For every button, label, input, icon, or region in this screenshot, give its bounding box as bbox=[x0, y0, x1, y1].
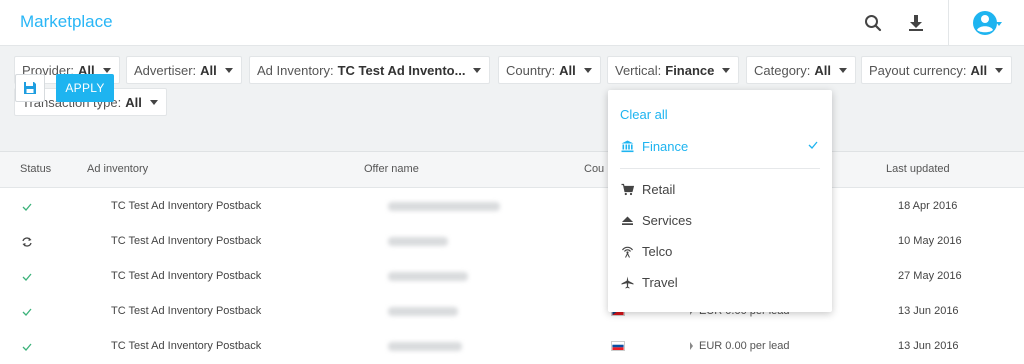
vertical-option-telco[interactable]: Telco bbox=[608, 236, 832, 266]
caret-down-icon bbox=[149, 99, 158, 105]
table-row[interactable]: TC Test Ad Inventory Postback EUR 0.00 p… bbox=[0, 294, 1024, 330]
filter-value: All bbox=[125, 94, 142, 110]
last-updated-cell: 10 May 2016 bbox=[898, 235, 962, 247]
table-row[interactable]: TC Test Ad Inventory Postback 27 May 201… bbox=[0, 259, 1024, 295]
offer-name-redacted bbox=[388, 202, 500, 211]
offer-name-redacted bbox=[388, 237, 448, 246]
filter-bar: Provider: All Advertiser: All Ad Invento… bbox=[0, 46, 1024, 152]
caret-down-icon bbox=[102, 67, 111, 73]
filter-value: Finance bbox=[665, 62, 715, 78]
column-status[interactable]: Status bbox=[20, 163, 51, 175]
top-bar: Marketplace bbox=[0, 0, 1024, 46]
option-label: Travel bbox=[642, 274, 678, 290]
ad-inventory-cell: TC Test Ad Inventory Postback bbox=[111, 200, 262, 212]
filter-label: Payout currency: bbox=[869, 62, 967, 78]
filter-value: All bbox=[970, 62, 988, 78]
ad-inventory-cell: TC Test Ad Inventory Postback bbox=[111, 305, 262, 317]
table-row[interactable]: TC Test Ad Inventory Postback EUR 0.00 p… bbox=[0, 329, 1024, 364]
filter-value: All bbox=[559, 62, 576, 78]
check-icon bbox=[22, 308, 32, 316]
save-icon bbox=[24, 82, 36, 94]
caret-down-icon bbox=[473, 67, 482, 73]
search-icon[interactable] bbox=[862, 12, 884, 34]
filter-payout-currency[interactable]: Payout currency: All bbox=[861, 56, 1013, 84]
filter-label: Ad Inventory: bbox=[257, 62, 334, 78]
filter-value: TC Test Ad Invento... bbox=[337, 62, 466, 78]
table-row[interactable]: TC Test Ad Inventory Postback 10 May 201… bbox=[0, 224, 1024, 260]
cursor-icon bbox=[690, 342, 693, 350]
sync-icon bbox=[22, 237, 32, 247]
caret-down-icon bbox=[995, 67, 1004, 73]
column-country[interactable]: Cou bbox=[584, 163, 604, 175]
apply-button[interactable]: APPLY bbox=[56, 74, 114, 102]
bank-icon bbox=[620, 139, 634, 153]
filter-ad-inventory[interactable]: Ad Inventory: TC Test Ad Invento... bbox=[249, 56, 491, 84]
clear-all-link[interactable]: Clear all bbox=[620, 107, 668, 122]
last-updated-cell: 27 May 2016 bbox=[898, 270, 962, 282]
header-divider bbox=[948, 0, 949, 46]
vertical-dropdown-menu: Clear all Finance Retail Services Telco … bbox=[608, 90, 832, 312]
vertical-option-travel[interactable]: Travel bbox=[608, 267, 832, 297]
filter-category[interactable]: Category: All bbox=[746, 56, 856, 84]
vertical-option-services[interactable]: Services bbox=[608, 205, 832, 235]
caret-down-icon bbox=[224, 67, 233, 73]
plane-icon bbox=[620, 275, 634, 289]
option-label: Services bbox=[642, 212, 692, 228]
filter-value: All bbox=[814, 62, 831, 78]
vertical-option-finance[interactable]: Finance bbox=[608, 131, 832, 161]
table-row[interactable]: TC Test Ad Inventory Postback 18 Apr 201… bbox=[0, 189, 1024, 225]
column-ad-inventory[interactable]: Ad inventory bbox=[87, 163, 148, 175]
filter-vertical[interactable]: Vertical: Finance bbox=[607, 56, 740, 84]
filter-value: All bbox=[200, 62, 217, 78]
check-icon bbox=[22, 203, 32, 211]
last-updated-cell: 18 Apr 2016 bbox=[898, 200, 958, 212]
column-last-updated[interactable]: Last updated bbox=[886, 163, 950, 175]
check-icon bbox=[22, 273, 32, 281]
offer-name-redacted bbox=[388, 272, 468, 281]
option-label: Finance bbox=[642, 138, 689, 154]
menu-divider bbox=[620, 168, 820, 169]
ad-inventory-cell: TC Test Ad Inventory Postback bbox=[111, 235, 262, 247]
caret-down-icon bbox=[722, 67, 731, 73]
offer-name-redacted bbox=[388, 342, 462, 351]
page-title: Marketplace bbox=[20, 12, 113, 31]
account-menu[interactable] bbox=[972, 9, 1002, 37]
check-icon bbox=[808, 141, 818, 149]
filter-label: Category: bbox=[754, 62, 811, 78]
last-updated-cell: 13 Jun 2016 bbox=[898, 305, 959, 317]
account-icon bbox=[973, 11, 1002, 35]
caret-down-icon bbox=[583, 67, 592, 73]
ad-inventory-cell: TC Test Ad Inventory Postback bbox=[111, 270, 262, 282]
payout-value: EUR 0.00 per lead bbox=[699, 340, 790, 352]
option-label: Retail bbox=[642, 181, 676, 197]
option-label: Telco bbox=[642, 243, 673, 259]
offer-name-redacted bbox=[388, 307, 458, 316]
cart-icon bbox=[620, 182, 634, 196]
filter-country[interactable]: Country: All bbox=[498, 56, 601, 84]
filter-label: Country: bbox=[506, 62, 556, 78]
table-header: Status Ad inventory Offer name Cou Last … bbox=[0, 152, 1024, 188]
check-icon bbox=[22, 343, 32, 351]
eject-icon bbox=[620, 213, 634, 227]
filter-label: Vertical: bbox=[615, 62, 662, 78]
payout-cell: EUR 0.00 per lead bbox=[690, 340, 790, 352]
filter-label: Advertiser: bbox=[134, 62, 197, 78]
save-button[interactable] bbox=[15, 74, 45, 102]
ad-inventory-cell: TC Test Ad Inventory Postback bbox=[111, 340, 262, 352]
column-offer-name[interactable]: Offer name bbox=[364, 163, 419, 175]
filter-advertiser[interactable]: Advertiser: All bbox=[126, 56, 242, 84]
vertical-option-retail[interactable]: Retail bbox=[608, 174, 832, 204]
slovak-flag-icon bbox=[611, 341, 625, 351]
caret-down-icon bbox=[839, 67, 847, 73]
antenna-icon bbox=[620, 244, 634, 258]
download-icon[interactable] bbox=[905, 12, 927, 34]
last-updated-cell: 13 Jun 2016 bbox=[898, 340, 959, 352]
